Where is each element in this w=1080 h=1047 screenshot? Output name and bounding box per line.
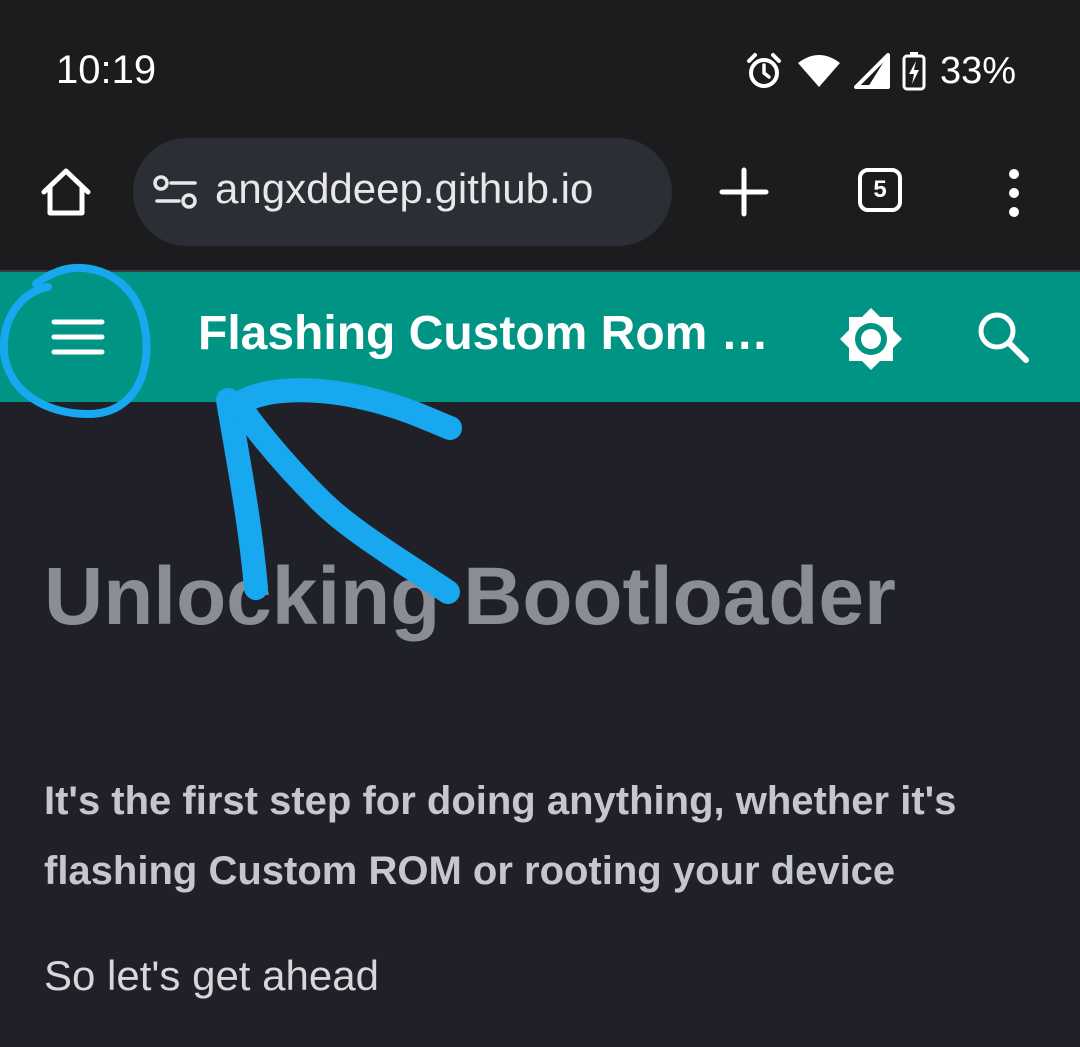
page-content: Unlocking Bootloader It's the first step…: [0, 402, 1080, 1047]
lead-paragraph: So let's get ahead: [44, 952, 379, 999]
tab-count: 5: [873, 176, 887, 203]
theme-toggle-button[interactable]: [838, 306, 904, 372]
battery-charging-icon: [902, 51, 926, 91]
home-button[interactable]: [36, 162, 96, 222]
brightness-icon: [840, 308, 902, 370]
alarm-icon: [744, 51, 784, 91]
new-tab-button[interactable]: [718, 166, 770, 218]
page-heading: Unlocking Bootloader: [44, 551, 896, 642]
menu-button[interactable]: [50, 312, 106, 362]
more-menu-icon: [1009, 169, 1019, 217]
status-bar: 10:19 33%: [0, 0, 1080, 130]
site-header: Flashing Custom Rom G...: [0, 272, 1080, 402]
url-text[interactable]: angxddeep.github.io: [215, 165, 655, 213]
new-tab-icon: [719, 167, 769, 217]
wifi-icon: [796, 53, 842, 89]
browser-toolbar: angxddeep.github.io 5: [0, 130, 1080, 272]
intro-paragraph: It's the first step for doing anything, …: [44, 779, 957, 893]
status-time: 10:19: [56, 48, 157, 92]
search-icon: [978, 312, 1029, 363]
battery-percentage: 33%: [939, 49, 1016, 92]
search-button[interactable]: [974, 308, 1032, 366]
more-menu-button[interactable]: [996, 166, 1032, 220]
site-title[interactable]: Flashing Custom Rom G...: [198, 306, 778, 361]
status-icons: 33%: [744, 48, 1016, 94]
tab-switcher-button[interactable]: 5: [858, 168, 902, 212]
cellular-signal-icon: [853, 53, 890, 89]
address-bar[interactable]: angxddeep.github.io: [133, 138, 672, 246]
menu-icon: [51, 319, 105, 355]
site-settings-icon[interactable]: [153, 174, 199, 215]
home-icon: [41, 168, 91, 216]
